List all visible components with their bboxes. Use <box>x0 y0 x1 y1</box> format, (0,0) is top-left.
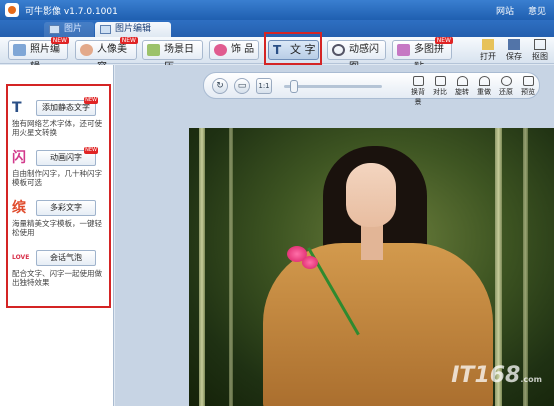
app-logo-icon <box>5 3 19 17</box>
window-links: 网站 意见 <box>496 4 546 17</box>
zoom-slider-track[interactable] <box>284 85 382 88</box>
title-bar: 可牛影像 v1.7.0.1001 网站 意见 <box>0 0 554 20</box>
cutout-button[interactable]: 抠图 <box>530 39 550 62</box>
image-canvas: ↻ ▭ 1:1 换背景 对比 旋转 重做 还原 预览 IT168.com <box>115 65 554 406</box>
change-background-label: 换背景 <box>411 88 425 106</box>
it168-watermark: IT168.com <box>451 363 542 388</box>
collage-button[interactable]: 多图拼贴 NEW <box>392 37 453 73</box>
new-badge: NEW <box>50 37 69 44</box>
redo-label: 重做 <box>477 88 491 96</box>
canvas-toolbar: ↻ ▭ 1:1 换背景 对比 旋转 重做 还原 预览 <box>203 72 540 106</box>
text-tools-highlight <box>6 84 111 308</box>
change-background-icon <box>412 76 424 86</box>
redo-button[interactable]: 重做 <box>474 75 494 98</box>
zoom-slider-thumb[interactable] <box>290 80 298 93</box>
pink-flower <box>302 256 318 269</box>
open-button[interactable]: 打开 <box>478 39 498 62</box>
photo-edit-icon <box>13 44 26 56</box>
bamboo-stalk <box>229 128 233 406</box>
preview-label: 预览 <box>521 88 535 96</box>
compare-button[interactable]: 对比 <box>430 75 450 98</box>
bow-icon <box>214 44 227 56</box>
image-library-icon <box>49 25 60 34</box>
portrait-beauty-button[interactable]: 人像美容 NEW <box>75 37 138 73</box>
accessories-button[interactable]: 饰 品 <box>209 40 259 60</box>
photo-edit-button[interactable]: 照片编辑 NEW <box>8 37 69 73</box>
restore-icon <box>500 76 512 86</box>
redo-icon <box>478 76 490 86</box>
portrait-photo[interactable]: IT168.com <box>189 128 554 406</box>
fit-icon[interactable]: 1:1 <box>256 78 272 94</box>
cutout-icon <box>534 39 546 50</box>
preview-button[interactable]: 预览 <box>518 75 538 98</box>
tab-image-edit[interactable]: 图片编辑 <box>95 22 171 37</box>
monitor-icon[interactable]: ▭ <box>234 78 250 94</box>
compare-label: 对比 <box>433 88 447 96</box>
animation-icon <box>332 44 345 56</box>
scene-calendar-button[interactable]: 场景日历 <box>142 40 203 73</box>
text-button-highlight <box>264 32 322 65</box>
restore-label: 还原 <box>499 88 513 96</box>
tab-image-library[interactable]: 图片库 <box>44 22 94 49</box>
restore-button[interactable]: 还原 <box>496 75 516 98</box>
change-background-button[interactable]: 换背景 <box>408 75 428 106</box>
rotate-icon[interactable]: ↻ <box>212 78 228 94</box>
animated-gif-button[interactable]: 动感闪图 <box>327 40 386 73</box>
save-label: 保存 <box>506 52 522 61</box>
save-button[interactable]: 保存 <box>504 39 524 62</box>
undo-button[interactable]: 旋转 <box>452 75 472 98</box>
tab-image-edit-label: 图片编辑 <box>115 24 152 34</box>
watermark-domain: .com <box>520 375 542 384</box>
bamboo-stalk <box>199 128 205 406</box>
accessories-label: 饰 品 <box>231 44 255 55</box>
collage-icon <box>397 44 410 56</box>
portrait-icon <box>80 44 93 56</box>
compare-icon <box>434 76 446 86</box>
open-label: 打开 <box>480 52 496 61</box>
feedback-link[interactable]: 意见 <box>528 4 546 17</box>
folder-icon <box>482 39 494 50</box>
cutout-label: 抠图 <box>532 52 548 61</box>
image-edit-icon <box>100 25 111 34</box>
calendar-icon <box>147 44 160 56</box>
watermark-text: IT168 <box>451 363 521 388</box>
woman-face <box>346 163 396 227</box>
new-badge: NEW <box>119 37 138 44</box>
preview-icon <box>522 76 534 86</box>
new-badge: NEW <box>434 37 453 44</box>
undo-label: 旋转 <box>455 88 469 96</box>
undo-icon <box>456 76 468 86</box>
app-title: 可牛影像 v1.7.0.1001 <box>25 7 118 17</box>
website-link[interactable]: 网站 <box>496 4 514 17</box>
save-disk-icon <box>508 39 520 50</box>
